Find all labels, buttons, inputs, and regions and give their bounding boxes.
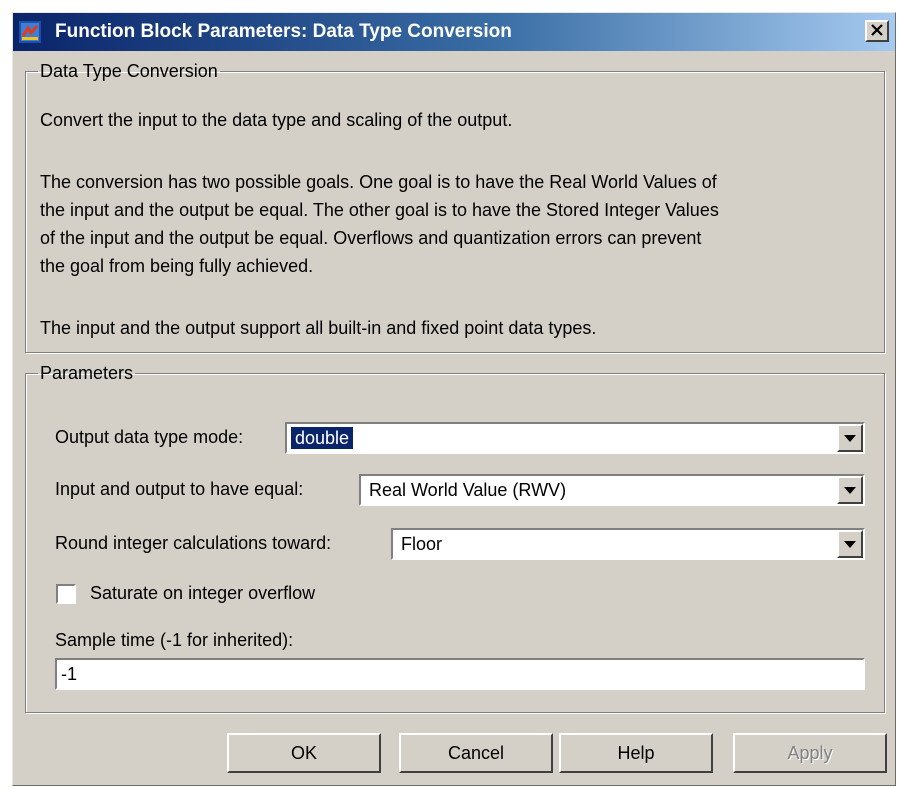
description-group-label: Data Type Conversion (40, 61, 218, 81)
input-output-equal-label: Input and output to have equal: (55, 479, 304, 499)
dropdown-arrow-icon[interactable] (837, 424, 863, 452)
output-data-type-mode-select[interactable]: double (285, 422, 865, 454)
description-line: The conversion has two possible goals. O… (40, 172, 717, 192)
round-integer-value: Floor (401, 534, 443, 554)
dropdown-arrow-icon[interactable] (837, 476, 863, 504)
output-data-type-mode-value: double (289, 426, 355, 450)
close-x-icon (871, 20, 883, 42)
sample-time-input[interactable] (55, 658, 865, 690)
round-integer-select[interactable]: Floor (391, 528, 865, 560)
dialog-window: Function Block Parameters: Data Type Con… (12, 12, 896, 786)
description-group: Data Type Conversion Convert the input t… (25, 61, 885, 353)
description-line: Convert the input to the data type and s… (40, 110, 513, 130)
saturate-checkbox-label[interactable]: Saturate on integer overflow (90, 583, 315, 604)
cancel-button[interactable]: Cancel (399, 733, 553, 773)
window-title: Function Block Parameters: Data Type Con… (55, 21, 512, 42)
ok-button[interactable]: OK (227, 733, 381, 773)
simulink-block-icon (19, 21, 41, 43)
parameters-group: Parameters Output data type mode: double… (25, 363, 885, 713)
title-bar[interactable]: Function Block Parameters: Data Type Con… (13, 13, 895, 51)
parameters-group-label: Parameters (40, 363, 134, 383)
apply-button[interactable]: Apply (733, 733, 887, 773)
input-output-equal-select[interactable]: Real World Value (RWV) (359, 474, 865, 506)
dropdown-arrow-icon[interactable] (837, 530, 863, 558)
input-output-equal-value: Real World Value (RWV) (369, 480, 567, 500)
description-line: the input and the output be equal. The o… (40, 200, 719, 220)
description-line: The input and the output support all bui… (40, 318, 597, 338)
output-data-type-mode-label: Output data type mode: (55, 427, 244, 447)
saturate-checkbox[interactable] (56, 584, 76, 604)
close-button[interactable] (865, 20, 889, 42)
description-line: of the input and the output be equal. Ov… (40, 228, 702, 248)
help-button[interactable]: Help (559, 733, 713, 773)
description-line: the goal from being fully achieved. (40, 256, 314, 276)
sample-time-label: Sample time (-1 for inherited): (55, 630, 294, 650)
round-integer-label: Round integer calculations toward: (55, 533, 332, 553)
